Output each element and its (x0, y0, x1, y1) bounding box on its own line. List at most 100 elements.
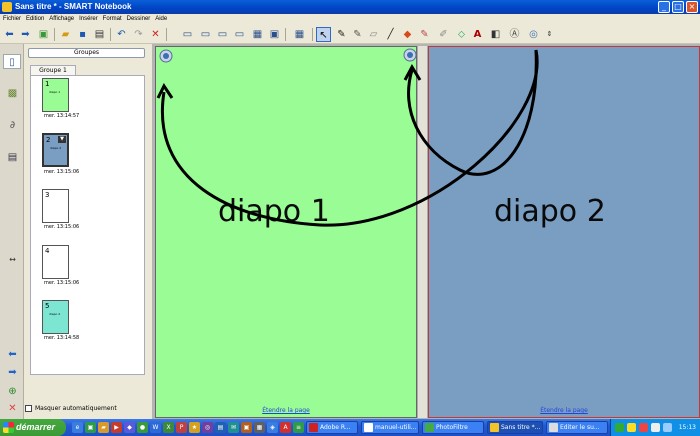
page-thumbnail-2[interactable]: 2 diapo 2 ▼ (42, 133, 69, 167)
gallery-tab[interactable]: ▩ (5, 86, 20, 101)
quicklaunch-media-icon[interactable]: ▶ (111, 422, 122, 433)
quicklaunch-app-icon[interactable]: ▦ (254, 422, 265, 433)
menu-fichier[interactable]: Fichier (3, 14, 21, 25)
properties-tab[interactable]: ▤ (5, 150, 20, 165)
page-divider-scrollbar[interactable] (417, 46, 428, 418)
fill-tool-button[interactable]: ⬦ (454, 27, 469, 42)
groups-button[interactable]: Groupes (28, 48, 145, 58)
quicklaunch-app-icon[interactable]: ▣ (241, 422, 252, 433)
page-date-4: mer. 13:15:06 (44, 280, 80, 286)
page-diapo-1[interactable]: diapo 1 Étendre la page (155, 46, 417, 418)
extend-page-link-2[interactable]: Étendre la page (429, 407, 699, 414)
group-label[interactable]: Groupe 1 (30, 65, 76, 75)
dual-page-button[interactable]: ▭ (215, 27, 230, 42)
quicklaunch-app-icon[interactable]: X (163, 422, 174, 433)
start-button[interactable]: démarrer (0, 419, 66, 436)
capture-button[interactable]: ▭ (232, 27, 247, 42)
tray-icon[interactable] (627, 423, 636, 432)
toolbar-more-button[interactable]: ⇕ (542, 27, 557, 42)
page-thumbnail-1[interactable]: 1 diapo 1 (42, 78, 69, 112)
quicklaunch-app-icon[interactable]: ◎ (202, 422, 213, 433)
add-page-button[interactable]: ▣ (36, 27, 51, 42)
tray-icon[interactable] (615, 423, 624, 432)
previous-page-button[interactable]: ⬅ (2, 27, 17, 42)
quicklaunch-app-icon[interactable]: A (280, 422, 291, 433)
quicklaunch-app-icon[interactable]: ≡ (293, 422, 304, 433)
minimize-button[interactable]: _ (658, 1, 670, 13)
delete-button[interactable]: ✕ (148, 27, 163, 42)
page-link-icon[interactable] (159, 49, 173, 63)
quicklaunch-app-icon[interactable]: W (150, 422, 161, 433)
shape-recognition-button[interactable]: ✐ (436, 27, 451, 42)
page-2-link-icon[interactable] (403, 48, 417, 62)
task-adobe-reader[interactable]: Adobe R... (306, 421, 358, 434)
camera-button[interactable]: ▣ (267, 27, 282, 42)
tray-icon[interactable] (651, 423, 660, 432)
link-tool-button[interactable]: ◎ (526, 27, 541, 42)
move-sidebar-left-icon[interactable]: ⬅ (5, 347, 20, 362)
menu-inserer[interactable]: Insérer (79, 14, 98, 25)
quicklaunch-app-icon[interactable]: ◈ (267, 422, 278, 433)
sidebar-add-icon[interactable]: ⊕ (5, 384, 20, 399)
shapes-tool-button[interactable]: ◆ (400, 27, 415, 42)
line-tool-button[interactable]: ╱ (383, 27, 398, 42)
save-button[interactable]: ▪ (75, 27, 90, 42)
task-smart-notebook[interactable]: Sans titre *... (487, 421, 543, 434)
screen-shade-button[interactable]: ▭ (180, 27, 195, 42)
open-folder-button[interactable]: ▰ (58, 27, 73, 42)
table-button[interactable]: ▦ (292, 27, 307, 42)
task-manuel[interactable]: manuel-utili... (361, 421, 419, 434)
auto-hide-checkbox[interactable] (25, 405, 32, 412)
tray-icon[interactable] (663, 423, 672, 432)
quicklaunch-app-icon[interactable]: ● (137, 422, 148, 433)
move-sidebar-right-icon[interactable]: ➡ (5, 365, 20, 380)
tray-icon[interactable] (639, 423, 648, 432)
window-title: Sans titre * - SMART Notebook (15, 2, 132, 11)
menu-dessiner[interactable]: Dessiner (127, 14, 151, 25)
menu-edition[interactable]: Edition (26, 14, 44, 25)
select-tool-button[interactable]: ↖ (316, 27, 331, 42)
task-editer[interactable]: Editer le su... (546, 421, 608, 434)
redo-button[interactable]: ↷ (131, 27, 146, 42)
quicklaunch-ie-icon[interactable]: e (72, 422, 83, 433)
resize-sidebar-icon[interactable]: ↔ (5, 252, 20, 267)
undo-button[interactable]: ↶ (114, 27, 129, 42)
quicklaunch-app-icon[interactable]: ◆ (124, 422, 135, 433)
task-photofiltre[interactable]: PhotoFiltre (422, 421, 484, 434)
next-page-button[interactable]: ➡ (18, 27, 33, 42)
page-diapo-2[interactable]: diapo 2 Étendre la page (428, 46, 700, 418)
sidebar-delete-icon[interactable]: ✕ (5, 401, 20, 416)
close-button[interactable]: × (686, 1, 698, 13)
creative-pen-button[interactable]: ✎ (350, 27, 365, 42)
page-thumbnail-3[interactable]: 3 (42, 189, 69, 223)
pen-tool-button[interactable]: ✎ (334, 27, 349, 42)
quicklaunch-desktop-icon[interactable]: ▣ (85, 422, 96, 433)
maximize-button[interactable]: □ (672, 1, 684, 13)
auto-hide-option[interactable]: Masquer automatiquement (25, 404, 153, 414)
quicklaunch-folder-icon[interactable]: ▰ (98, 422, 109, 433)
menu-format[interactable]: Format (103, 14, 122, 25)
attachments-tab[interactable]: ∂ (5, 118, 20, 133)
full-screen-button[interactable]: ▭ (198, 27, 213, 42)
quicklaunch-app-icon[interactable]: P (176, 422, 187, 433)
page-thumbnail-4[interactable]: 4 (42, 245, 69, 279)
insert-image-button[interactable]: ▦ (250, 27, 265, 42)
paste-button[interactable]: ▤ (92, 27, 107, 42)
properties-button[interactable]: ◧ (488, 27, 503, 42)
extend-page-link-1[interactable]: Étendre la page (156, 407, 416, 414)
quicklaunch-app-icon[interactable]: ✉ (228, 422, 239, 433)
page-sorter-tab[interactable]: ▯ (3, 54, 21, 69)
menu-aide[interactable]: Aide (155, 14, 167, 25)
page-thumbnail-5[interactable]: 5 diapo 2 (42, 300, 69, 334)
magic-pen-button[interactable]: ✎ (417, 27, 432, 42)
system-tray: 15:13 (610, 419, 700, 436)
windows-logo-icon (3, 422, 14, 433)
menu-affichage[interactable]: Affichage (49, 14, 74, 25)
quicklaunch-app-icon[interactable]: ▤ (215, 422, 226, 433)
eraser-tool-button[interactable]: ▱ (366, 27, 381, 42)
title-bar: Sans titre * - SMART Notebook _ □ × (0, 0, 700, 14)
page-menu-arrow-icon[interactable]: ▼ (58, 136, 66, 143)
font-button[interactable]: Ⓐ (507, 27, 522, 42)
text-tool-button[interactable]: A (470, 27, 485, 42)
quicklaunch-app-icon[interactable]: ★ (189, 422, 200, 433)
